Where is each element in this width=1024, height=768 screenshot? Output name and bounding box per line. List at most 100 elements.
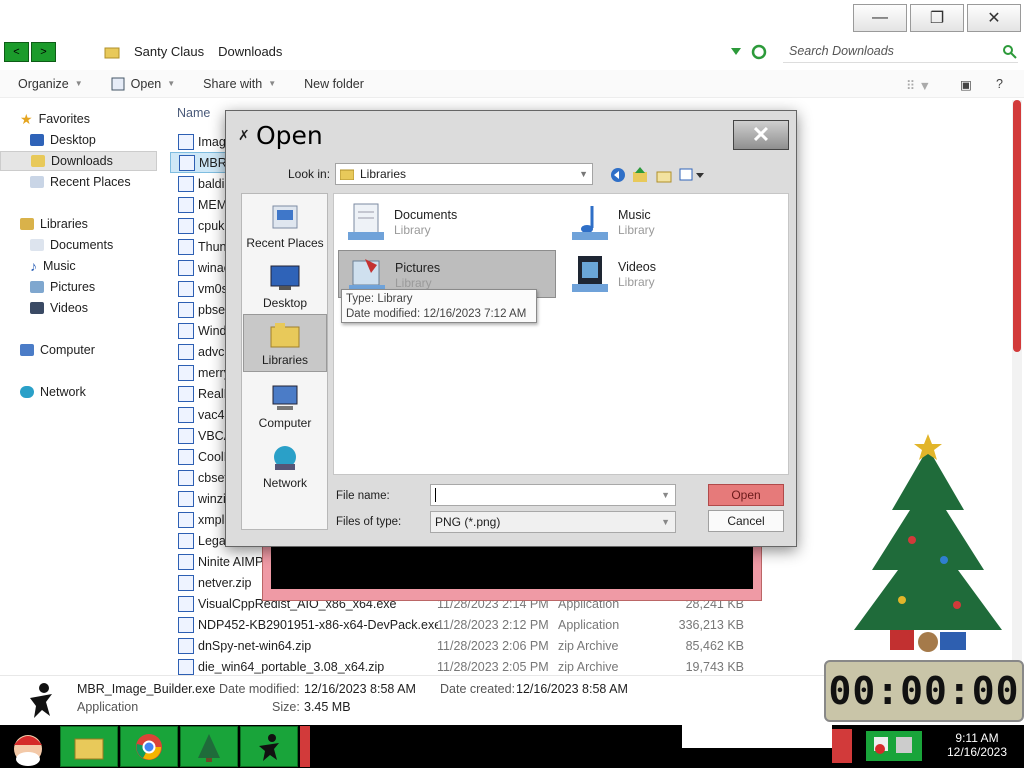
taskbar-tree-app[interactable] bbox=[180, 726, 238, 767]
file-icon bbox=[178, 574, 194, 591]
search-input[interactable]: Search Downloads bbox=[783, 41, 1018, 63]
forward-button[interactable]: > bbox=[31, 42, 56, 62]
file-size: 336,213 KB bbox=[678, 617, 744, 632]
file-type-select[interactable]: PNG (*.png) ▼ bbox=[430, 511, 676, 533]
breadcrumb-user[interactable]: Santy Claus bbox=[134, 44, 204, 59]
place-network[interactable]: Network bbox=[243, 436, 327, 494]
new-folder-icon bbox=[656, 171, 672, 183]
place-label: Libraries bbox=[261, 353, 309, 367]
scrollbar-thumb[interactable] bbox=[1013, 100, 1021, 352]
back-button[interactable] bbox=[609, 166, 627, 184]
cancel-button[interactable]: Cancel bbox=[708, 510, 784, 532]
taskbar-blank-area bbox=[682, 725, 832, 748]
file-size: 19,743 KB bbox=[685, 659, 744, 674]
dropdown-arrow-icon[interactable] bbox=[731, 48, 741, 56]
preview-pane-icon[interactable]: ▣ bbox=[960, 77, 972, 92]
file-icon bbox=[178, 616, 194, 633]
start-button[interactable] bbox=[2, 726, 54, 767]
look-in-select[interactable]: Libraries ▼ bbox=[335, 163, 593, 185]
place-label: Computer bbox=[258, 416, 312, 430]
nav-music[interactable]: ♪ Music bbox=[30, 256, 76, 276]
chevron-down-icon: ▼ bbox=[579, 169, 588, 179]
nav-label: Recent Places bbox=[50, 175, 131, 189]
file-row[interactable]: NDP452-KB2901951-x86-x64-DevPack.exe 11/2… bbox=[170, 614, 770, 635]
music-icon: ♪ bbox=[30, 258, 37, 274]
file-row[interactable]: dnSpy-net-win64.zip 11/28/2023 2:06 PM zip… bbox=[170, 635, 770, 656]
help-button[interactable]: ? bbox=[996, 77, 1003, 91]
search-icon[interactable] bbox=[1002, 44, 1018, 60]
nav-downloads[interactable]: Downloads bbox=[0, 151, 157, 171]
nav-documents[interactable]: Documents bbox=[30, 235, 113, 255]
refresh-icon[interactable] bbox=[751, 44, 767, 60]
window-caption: — ❐ ✕ bbox=[0, 0, 1024, 38]
file-icon bbox=[178, 595, 194, 612]
view-options-icon[interactable]: ⠿ ▼ bbox=[906, 78, 931, 93]
nav-recent-places[interactable]: Recent Places bbox=[30, 172, 131, 192]
nav-label: Downloads bbox=[51, 154, 113, 168]
share-with-menu[interactable]: Share with ▼ bbox=[203, 77, 276, 91]
nav-desktop[interactable]: Desktop bbox=[30, 130, 96, 150]
recent-places-icon bbox=[272, 205, 298, 229]
place-recent-places[interactable]: Recent Places bbox=[243, 196, 327, 254]
library-music[interactable]: Music Library bbox=[562, 198, 780, 246]
taskbar-clock[interactable]: 9:11 AM 12/16/2023 bbox=[944, 731, 1010, 759]
tree-icon bbox=[198, 733, 220, 762]
breadcrumb: Santy Claus Downloads bbox=[104, 44, 282, 59]
system-tray[interactable] bbox=[866, 731, 922, 761]
chevron-down-icon: ▼ bbox=[661, 490, 670, 500]
taskbar-chrome[interactable] bbox=[120, 726, 178, 767]
organize-menu[interactable]: Organize ▼ bbox=[18, 77, 83, 91]
view-menu-button[interactable] bbox=[678, 166, 706, 184]
taskbar-explorer[interactable] bbox=[60, 726, 118, 767]
chrome-icon bbox=[136, 733, 162, 760]
file-type: zip Archive bbox=[558, 638, 619, 653]
library-documents[interactable]: Documents Library bbox=[338, 198, 556, 246]
explorer-folder-icon bbox=[74, 738, 104, 759]
place-libraries[interactable]: Libraries bbox=[243, 314, 327, 372]
nav-network[interactable]: Network bbox=[20, 382, 86, 402]
restore-button[interactable]: ❐ bbox=[910, 4, 964, 32]
open-menu[interactable]: Open ▼ bbox=[111, 76, 175, 91]
open-label: Open bbox=[130, 76, 162, 91]
place-desktop[interactable]: Desktop bbox=[243, 256, 327, 314]
file-name: dnSpy-net-win64.zip bbox=[198, 638, 312, 653]
nav-label: Pictures bbox=[50, 280, 96, 294]
nav-pictures[interactable]: Pictures bbox=[30, 277, 95, 297]
network-status-icon bbox=[874, 737, 912, 754]
open-button[interactable]: Open bbox=[708, 484, 784, 506]
file-name-label: File name: bbox=[336, 490, 390, 502]
chevron-down-icon: ▼ bbox=[74, 79, 83, 88]
close-window-button[interactable]: ✕ bbox=[967, 4, 1021, 32]
file-type: zip Archive bbox=[558, 659, 619, 674]
background-window-content bbox=[271, 545, 753, 589]
nav-label: Desktop bbox=[50, 133, 96, 147]
file-row[interactable]: die_win64_portable_3.08_x64.zip 11/28/202… bbox=[170, 656, 770, 677]
library-videos[interactable]: Videos Library bbox=[562, 250, 780, 298]
file-date: 11/28/2023 2:12 PM bbox=[437, 617, 549, 632]
restore-icon: ❐ bbox=[929, 10, 945, 27]
file-icon bbox=[178, 196, 194, 213]
minimize-button[interactable]: — bbox=[853, 4, 907, 32]
column-name[interactable]: Name bbox=[177, 106, 210, 120]
tooltip-type: Type: Library bbox=[346, 293, 413, 305]
details-type: Application bbox=[77, 700, 139, 714]
taskbar-mbr-builder[interactable] bbox=[240, 726, 298, 767]
dialog-close-button[interactable]: ✕ bbox=[733, 120, 789, 150]
new-folder-button[interactable]: New folder bbox=[304, 77, 364, 91]
nav-libraries[interactable]: Libraries bbox=[20, 214, 88, 234]
new-folder-button-dialog[interactable] bbox=[655, 166, 673, 184]
nav-computer[interactable]: Computer bbox=[20, 340, 95, 360]
nav-favorites[interactable]: ★ Favorites bbox=[20, 109, 90, 129]
details-created-label: Date created: bbox=[440, 682, 516, 696]
file-name-input[interactable]: ▼ bbox=[430, 484, 676, 506]
breadcrumb-downloads[interactable]: Downloads bbox=[218, 44, 282, 59]
nav-videos[interactable]: Videos bbox=[30, 298, 88, 318]
file-type: Application bbox=[558, 617, 620, 632]
back-button[interactable]: < bbox=[4, 42, 29, 62]
background-window bbox=[262, 544, 762, 601]
library-subtitle: Library bbox=[618, 223, 655, 237]
nav-label: Computer bbox=[40, 343, 95, 357]
library-subtitle: Library bbox=[395, 276, 432, 290]
place-computer[interactable]: Computer bbox=[243, 376, 327, 434]
up-folder-button[interactable] bbox=[631, 166, 649, 184]
